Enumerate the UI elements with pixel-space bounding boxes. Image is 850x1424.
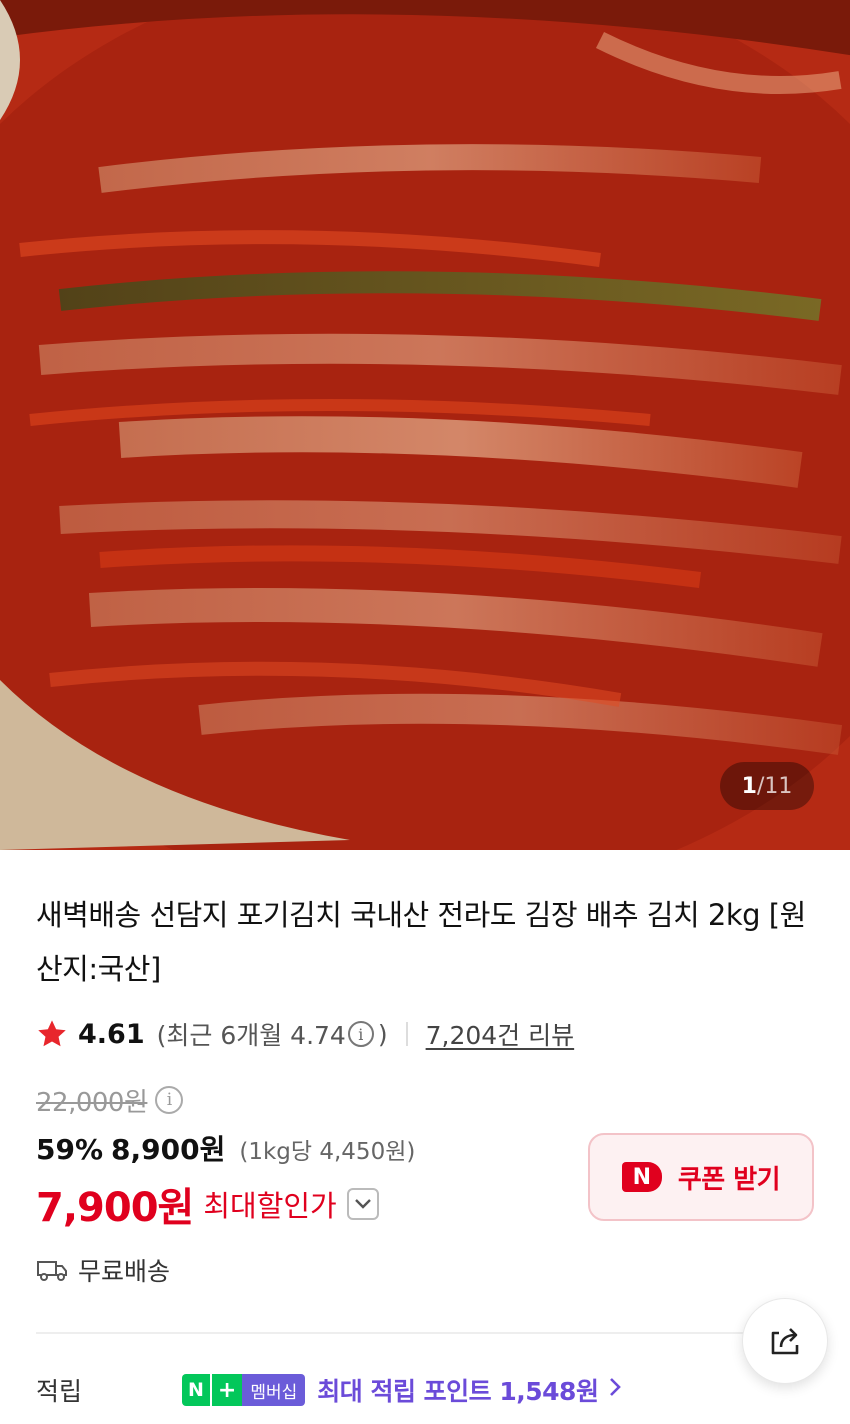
image-counter: 1 / 11 bbox=[720, 762, 814, 810]
chevron-right-icon bbox=[608, 1375, 622, 1405]
kimchi-photo bbox=[0, 0, 850, 850]
membership-label: 멤버십 bbox=[242, 1374, 306, 1406]
product-image[interactable]: 1 / 11 bbox=[0, 0, 850, 850]
rating-divider bbox=[405, 1022, 408, 1046]
image-counter-separator: / bbox=[756, 773, 765, 799]
final-price: 7,900원 bbox=[36, 1185, 194, 1231]
original-price-row: 22,000원 i bbox=[36, 1080, 184, 1120]
price-info-icon[interactable]: i bbox=[155, 1086, 184, 1114]
plus-icon: + bbox=[209, 1374, 243, 1406]
sale-price-row: 59% 8,900원 (1kg당 4,450원) bbox=[36, 1128, 415, 1172]
delivery-row: 무료배송 bbox=[36, 1250, 170, 1290]
product-title: 새벽배송 선담지 포기김치 국내산 전라도 김장 배추 김치 2kg [원산지:… bbox=[36, 898, 806, 986]
npay-membership-badge: N + 멤버십 bbox=[182, 1374, 306, 1406]
review-count-link[interactable]: 7,204건 리뷰 bbox=[426, 1016, 575, 1052]
max-points-text: 최대 적립 포인트 1,548원 bbox=[317, 1377, 599, 1406]
points-row[interactable]: 적립 N + 멤버십 최대 적립 포인트 1,548원 bbox=[36, 1370, 816, 1410]
final-price-label: 최대할인가 bbox=[203, 1189, 337, 1223]
unit-price: (1kg당 4,450원) bbox=[239, 1139, 416, 1165]
final-price-row: 7,900원 최대할인가 bbox=[36, 1176, 379, 1232]
share-icon bbox=[771, 1328, 799, 1355]
star-icon bbox=[38, 1020, 66, 1047]
info-icon[interactable]: i bbox=[347, 1021, 374, 1047]
npay-n-icon: N bbox=[182, 1374, 210, 1406]
delivery-label: 무료배송 bbox=[78, 1257, 171, 1286]
image-counter-total: 11 bbox=[764, 773, 793, 799]
chevron-down-icon[interactable] bbox=[346, 1188, 379, 1220]
original-price: 22,000원 bbox=[36, 1087, 148, 1118]
section-divider bbox=[36, 1332, 814, 1334]
coupon-button[interactable]: N 쿠폰 받기 bbox=[588, 1133, 814, 1221]
recent-rating: (최근 6개월 4.74 bbox=[156, 1021, 346, 1050]
points-label: 적립 bbox=[36, 1377, 83, 1406]
image-counter-current: 1 bbox=[741, 773, 757, 799]
recent-rating-close: ) bbox=[377, 1019, 388, 1049]
coupon-button-label: 쿠폰 받기 bbox=[677, 1164, 781, 1195]
rating-row: 4.61 (최근 6개월 4.74 i ) 7,204건 리뷰 bbox=[36, 1012, 574, 1056]
discount-rate: 59% bbox=[36, 1133, 104, 1166]
sale-price: 8,900원 bbox=[111, 1133, 226, 1166]
npay-coupon-icon: N bbox=[621, 1162, 662, 1192]
truck-icon bbox=[37, 1261, 67, 1281]
rating-value: 4.61 bbox=[78, 1018, 145, 1050]
